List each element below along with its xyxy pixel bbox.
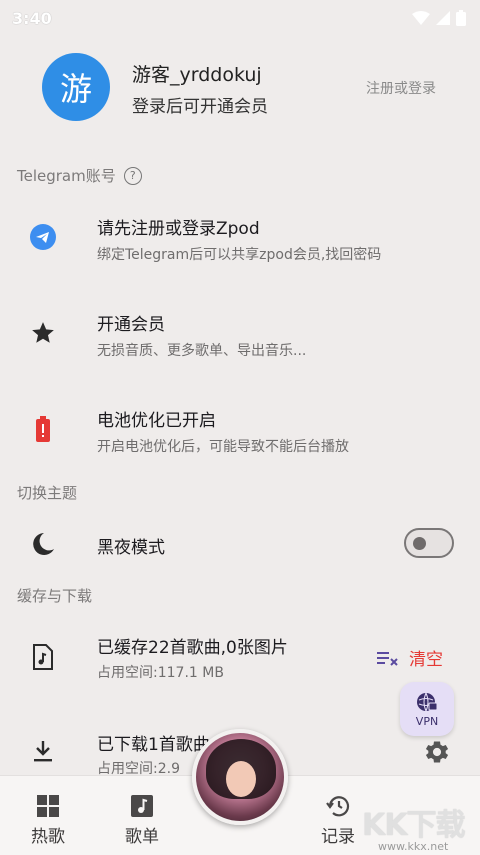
nav-playlist[interactable]: 歌单 (107, 794, 177, 847)
help-icon[interactable]: ? (123, 166, 142, 185)
playlist-icon (131, 795, 153, 817)
vip-title: 开通会员 (97, 315, 165, 335)
section-telegram-label: Telegram账号 (17, 167, 116, 185)
status-icons (412, 10, 466, 26)
moon-icon (30, 531, 56, 557)
nav-playlist-label: 歌单 (125, 827, 159, 847)
clear-button[interactable]: 清空 (377, 645, 443, 670)
status-bar: 3:40 (0, 0, 480, 36)
wifi-icon (412, 11, 430, 25)
login-link[interactable]: 注册或登录 (366, 78, 436, 98)
nav-hot-songs[interactable]: 热歌 (13, 794, 83, 847)
section-theme-label: 切换主题 (17, 484, 78, 502)
section-cache-label: 缓存与下载 (17, 587, 93, 605)
telegram-icon (30, 224, 56, 250)
telegram-login-sub: 绑定Telegram后可以共享zpod会员,找回密码 (97, 247, 382, 263)
album-art-face (226, 761, 256, 797)
star-icon (30, 320, 56, 346)
section-theme: 切换主题 (17, 482, 77, 503)
downloaded-title: 已下载1首歌曲 (97, 735, 210, 755)
vpn-globe-lock-icon (417, 692, 438, 711)
music-file-icon (30, 644, 56, 670)
vip-sub: 无损音质、更多歌单、导出音乐... (97, 343, 307, 359)
profile-name: 游客_yrddokuj (132, 64, 262, 86)
battery-title: 电池优化已开启 (97, 411, 216, 431)
vpn-label: VPN (415, 714, 439, 728)
section-cache: 缓存与下载 (17, 585, 92, 606)
section-telegram: Telegram账号 ? (17, 165, 142, 186)
telegram-login-row[interactable]: 请先注册或登录Zpod 绑定Telegram后可以共享zpod会员,找回密码 (0, 200, 480, 275)
grid-icon (37, 795, 59, 817)
nav-hot-label: 热歌 (31, 827, 65, 847)
watermark-url: www.kkx.net (378, 840, 449, 853)
battery-row[interactable]: 电池优化已开启 开启电池优化后，可能导致不能后台播放 (0, 392, 480, 467)
battery-alert-icon (30, 416, 56, 442)
vpn-button[interactable]: VPN (400, 682, 454, 736)
history-icon (326, 796, 350, 817)
cached-title: 已缓存22首歌曲,0张图片 (97, 638, 288, 658)
watermark-logo: KK下载 (362, 808, 465, 843)
now-playing-disc[interactable] (192, 729, 288, 825)
nav-history-label: 记录 (321, 827, 355, 847)
clear-label: 清空 (409, 650, 443, 670)
telegram-login-title: 请先注册或登录Zpod (97, 219, 260, 239)
download-icon (30, 738, 56, 764)
signal-icon (436, 11, 450, 25)
battery-status-icon (456, 10, 466, 26)
profile-header[interactable]: 游 游客_yrddokuj 登录后可开通会员 注册或登录 (0, 36, 480, 146)
vip-row[interactable]: 开通会员 无损音质、更多歌单、导出音乐... (0, 296, 480, 371)
avatar[interactable]: 游 (42, 53, 110, 121)
dark-mode-title: 黑夜模式 (97, 538, 165, 558)
clear-list-icon (377, 651, 398, 666)
toggle-knob (413, 537, 426, 550)
battery-sub: 开启电池优化后，可能导致不能后台播放 (97, 439, 349, 455)
dark-mode-toggle[interactable] (404, 528, 454, 558)
cached-sub: 占用空间:117.1 MB (97, 665, 224, 681)
profile-subtitle: 登录后可开通会员 (132, 97, 268, 117)
status-time: 3:40 (12, 8, 52, 28)
gear-icon[interactable] (423, 738, 451, 770)
